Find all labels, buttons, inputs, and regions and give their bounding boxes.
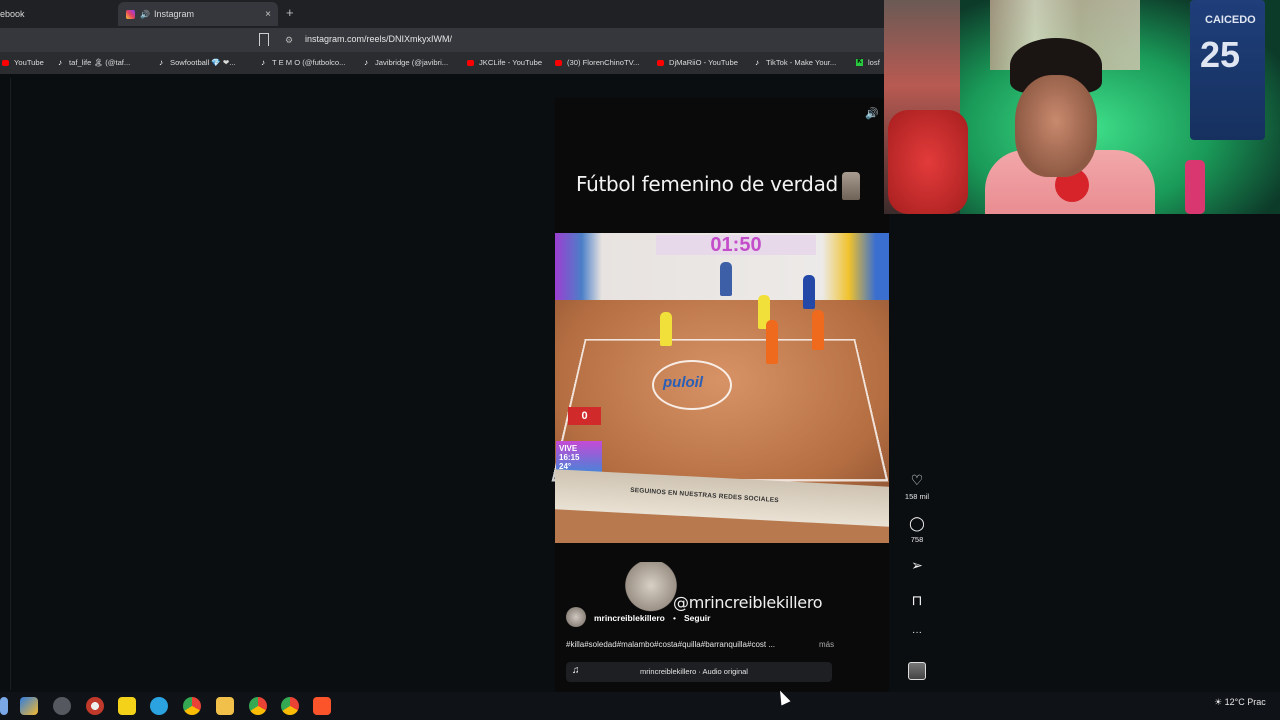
app-icon[interactable]	[86, 697, 104, 715]
player	[660, 312, 672, 346]
score-badge: 0	[568, 407, 601, 425]
reel-caption: #killa#soledad#malambo#costa#quilla#barr…	[566, 640, 776, 649]
youtube-icon	[467, 59, 474, 66]
avatar[interactable]	[566, 607, 586, 627]
like-icon[interactable]: ♡	[907, 472, 927, 489]
weather-widget[interactable]: ☀ 12°C Prac	[1214, 697, 1266, 708]
tiktok-icon: ♪	[159, 58, 163, 67]
speaker-icon[interactable]: 🔊	[140, 10, 150, 19]
bookmark-item[interactable]: ♪ T E M O (@futbolco...	[261, 58, 345, 67]
audio-label: mrincreiblekillero · Audio original	[640, 667, 748, 676]
tab-previous[interactable]: ebook	[0, 2, 110, 26]
bookmark-label: TikTok - Make Your...	[766, 58, 837, 67]
weather-icon: ☀	[1214, 697, 1225, 707]
bookmark-label: T E M O (@futbolco...	[272, 58, 346, 67]
reel-overlay-title: Fútbol femenino de verdad	[576, 172, 838, 196]
bookmark-item[interactable]: (30) FlorenChinoTV...	[555, 58, 639, 67]
comment-icon[interactable]: ◯	[907, 515, 927, 532]
video-scoreboard: 01:50	[656, 235, 816, 255]
kick-icon: K	[856, 59, 863, 66]
tiktok-icon: ♪	[755, 58, 759, 67]
follow-button[interactable]: Seguir	[684, 613, 710, 623]
audio-thumbnail-icon[interactable]	[908, 662, 926, 680]
sidebar-divider	[10, 78, 11, 690]
player	[766, 320, 778, 364]
youtube-icon	[657, 59, 664, 66]
player	[803, 275, 815, 309]
court-lines	[551, 339, 889, 482]
volume-icon[interactable]: 🔊	[865, 107, 879, 121]
webcam-bottle	[1185, 160, 1205, 214]
bookmark-label: YouTube	[14, 58, 44, 67]
chrome-profile-icon[interactable]	[249, 697, 267, 715]
save-icon[interactable]: ⊓	[907, 592, 927, 609]
sticky-notes-icon[interactable]	[118, 697, 136, 715]
streamer-face	[1015, 75, 1097, 177]
bookmark-label: JKCLife - YouTube	[479, 58, 543, 67]
tab-close-icon[interactable]: ×	[265, 9, 271, 20]
more-options-icon[interactable]: ···	[907, 627, 927, 638]
bookmark-icon[interactable]	[259, 33, 269, 46]
bookmark-label: losf	[868, 58, 880, 67]
youtube-icon	[555, 59, 562, 66]
copilot-icon[interactable]	[20, 697, 38, 715]
bookmark-label: Javibridge (@javibri...	[375, 58, 449, 67]
tab-instagram-label: Instagram	[153, 9, 194, 19]
bookmark-label: taf_life 🏝 (@taf...	[69, 58, 131, 67]
file-explorer-icon[interactable]	[216, 697, 234, 715]
obs-icon[interactable]	[53, 697, 71, 715]
tab-previous-label: ebook	[0, 9, 25, 19]
bookmark-item[interactable]: ♪ TikTok - Make Your...	[755, 58, 836, 67]
telegram-icon[interactable]	[150, 697, 168, 715]
moai-emoji	[842, 172, 860, 200]
comment-count: 758	[910, 535, 924, 544]
channel-badge-time: 16:15	[559, 453, 580, 462]
bookmark-item[interactable]: ♪ Javibridge (@javibri...	[364, 58, 448, 67]
bookmark-label: (30) FlorenChinoTV...	[567, 58, 640, 67]
bookmark-item[interactable]: DjMaRiiO - YouTube	[657, 58, 738, 67]
tiktok-icon: ♪	[58, 58, 62, 67]
reel-username[interactable]: mrincreiblekillero	[594, 613, 665, 623]
start-icon[interactable]	[0, 697, 8, 715]
youtube-icon	[2, 59, 9, 66]
channel-badge-label: VIVE	[559, 444, 578, 453]
floor-logo: puloil	[663, 374, 703, 391]
chrome-icon[interactable]	[183, 697, 201, 715]
music-note-icon: ♫	[572, 665, 580, 676]
bookmark-label: Sowfootball 💎 ❤...	[170, 58, 236, 67]
bookmark-item[interactable]: Klosf	[856, 58, 880, 67]
bookmark-label: DjMaRiiO - YouTube	[669, 58, 738, 67]
tab-instagram[interactable]: 🔊 Instagram ×	[118, 2, 278, 26]
like-count: 158 mil	[904, 492, 930, 501]
bookmark-item[interactable]: YouTube	[2, 58, 44, 67]
bookmark-item[interactable]: JKCLife - YouTube	[467, 58, 542, 67]
weather-temp: 12°C	[1224, 697, 1245, 707]
player	[812, 310, 824, 350]
chrome-profile-icon[interactable]	[281, 697, 299, 715]
reel-watermark: @mrincreiblekillero	[673, 593, 823, 612]
share-icon[interactable]: ➢	[907, 557, 927, 574]
caption-more-link[interactable]: más	[819, 640, 834, 649]
player	[720, 262, 732, 296]
instagram-icon	[126, 9, 135, 19]
jersey-name: CAICEDO	[1205, 14, 1256, 26]
brave-icon[interactable]	[313, 697, 331, 715]
separator-dot: •	[673, 613, 676, 623]
weather-desc: Prac	[1247, 697, 1266, 707]
bookmark-item[interactable]: ♪ taf_life 🏝 (@taf...	[58, 58, 130, 67]
bookmark-item[interactable]: ♪ Sowfootball 💎 ❤...	[159, 58, 236, 67]
site-info-icon[interactable]: ⚙	[285, 35, 293, 46]
new-tab-button[interactable]: +	[286, 5, 294, 20]
jersey-number: 25	[1200, 34, 1241, 75]
tiktok-icon: ♪	[364, 58, 368, 67]
url-field[interactable]: instagram.com/reels/DNIXmkyxIWM/	[305, 34, 452, 44]
tiktok-icon: ♪	[261, 58, 265, 67]
webcam-chair	[888, 110, 968, 214]
